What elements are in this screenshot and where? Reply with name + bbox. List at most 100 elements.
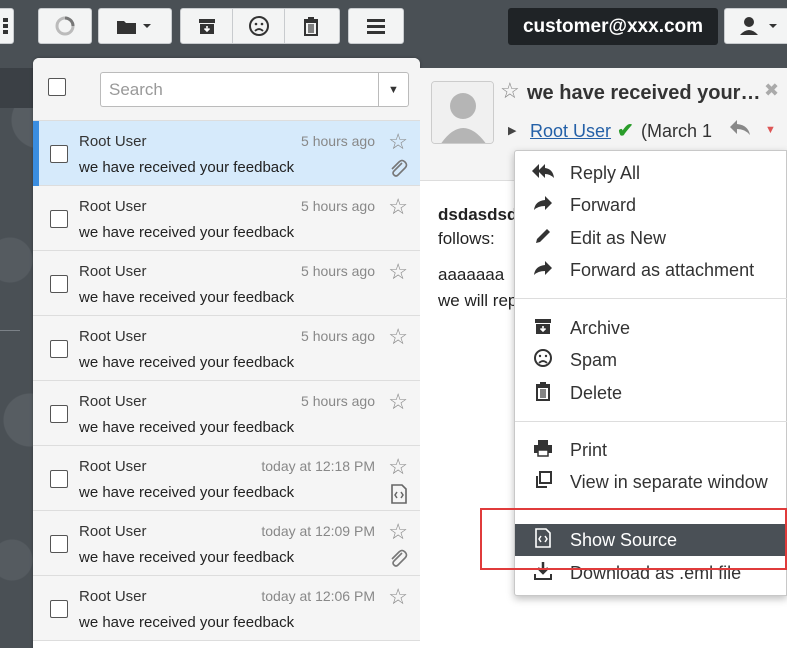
expand-triangle-icon[interactable]: ▶	[508, 124, 516, 137]
account-email[interactable]: customer@xxx.com	[508, 8, 718, 45]
menu-item-label: Archive	[570, 317, 631, 338]
sender: Root User	[79, 198, 147, 215]
search-input[interactable]: Search	[100, 72, 380, 107]
more-menu-button[interactable]	[348, 8, 404, 44]
menu-item-label: Delete	[570, 382, 623, 403]
star-icon[interactable]: ☆	[500, 78, 520, 104]
highlight-box	[480, 508, 787, 570]
list-item[interactable]: Root User 5 hours ago we have received you…	[33, 121, 420, 186]
menu-item-label: Print	[570, 439, 608, 460]
star-icon[interactable]: ☆	[388, 584, 408, 610]
reply-icon[interactable]	[728, 117, 752, 143]
body-text: aaaaaaa	[438, 265, 505, 284]
left-nav-strip	[0, 68, 34, 108]
message-date: (March 1	[641, 121, 713, 141]
list-item[interactable]: Root User 5 hours ago we have received you…	[33, 316, 420, 381]
menu-item-print[interactable]: Print	[515, 434, 787, 466]
loading-spinner-icon	[39, 9, 91, 43]
body-text: follows:	[438, 229, 495, 248]
list-item[interactable]: Root User 5 hours ago we have received you…	[33, 381, 420, 446]
star-icon[interactable]: ☆	[388, 389, 408, 415]
subject: we have received your feedback	[79, 159, 295, 176]
menu-divider	[515, 298, 787, 299]
search-options-button[interactable]: ▼	[378, 72, 409, 107]
grip-icon	[0, 9, 13, 43]
trash-icon	[515, 381, 570, 406]
user-menu-button[interactable]	[724, 8, 787, 44]
menu-divider	[515, 421, 787, 422]
menu-item-label: Forward	[570, 194, 637, 215]
row-checkbox[interactable]	[50, 340, 68, 358]
sender: Root User	[79, 263, 147, 280]
refresh-button[interactable]	[38, 8, 92, 44]
row-checkbox[interactable]	[50, 470, 68, 488]
list-item[interactable]: Root User 5 hours ago we have received you…	[33, 186, 420, 251]
body-text: we will rep	[438, 291, 518, 310]
paperclip-icon	[388, 159, 408, 184]
subject: we have received your feedback	[79, 289, 295, 306]
menu-item-label: Spam	[570, 349, 618, 370]
verified-check-icon: ✔	[617, 120, 634, 142]
star-icon[interactable]: ☆	[388, 259, 408, 285]
menu-item-label: Reply All	[570, 162, 641, 183]
left-divider	[0, 330, 20, 331]
timestamp: 5 hours ago	[301, 328, 375, 344]
list-item[interactable]: Root User today at 12:06 PM we have receiv…	[33, 576, 420, 641]
menu-item-view-separate-window[interactable]: View in separate window	[515, 466, 787, 498]
list-item[interactable]: Root User today at 12:18 PM we have receiv…	[33, 446, 420, 511]
timestamp: today at 12:06 PM	[261, 588, 375, 604]
row-checkbox[interactable]	[50, 210, 68, 228]
star-icon[interactable]: ☆	[388, 519, 408, 545]
row-checkbox[interactable]	[50, 600, 68, 618]
list-item[interactable]: Root User 5 hours ago we have received you…	[33, 251, 420, 316]
timestamp: 5 hours ago	[301, 133, 375, 149]
timestamp: today at 12:18 PM	[261, 458, 375, 474]
row-checkbox[interactable]	[50, 405, 68, 423]
list-item[interactable]: Root User today at 12:09 PM we have receiv…	[33, 511, 420, 576]
sender: Root User	[79, 588, 147, 605]
row-checkbox[interactable]	[50, 535, 68, 553]
close-icon[interactable]: ✖	[764, 80, 779, 101]
menu-item-delete[interactable]: Delete	[515, 377, 787, 409]
paperclip-icon	[388, 549, 408, 574]
move-to-folder-button[interactable]	[98, 8, 172, 44]
forward-icon	[515, 195, 570, 216]
menu-item-forward[interactable]: Forward	[515, 189, 787, 221]
menu-item-edit-as-new[interactable]: Edit as New	[515, 222, 787, 254]
sad-face-icon	[248, 16, 269, 36]
star-icon[interactable]: ☆	[388, 324, 408, 350]
archive-icon	[198, 19, 215, 34]
star-icon[interactable]: ☆	[388, 454, 408, 480]
menu-item-spam[interactable]: Spam	[515, 344, 787, 376]
pencil-icon	[515, 227, 570, 250]
menu-item-label: Edit as New	[570, 227, 667, 248]
external-window-icon	[515, 470, 570, 494]
sender: Root User	[79, 523, 147, 540]
code-file-icon	[390, 484, 408, 509]
subject: we have received your feedback	[79, 224, 295, 241]
row-checkbox[interactable]	[50, 275, 68, 293]
archive-button[interactable]	[181, 9, 233, 43]
reply-all-icon	[515, 163, 570, 184]
row-checkbox[interactable]	[50, 145, 68, 163]
menu-item-label: Forward as attachment	[570, 259, 755, 280]
subject: we have received your feedback	[79, 484, 295, 501]
menu-item-label: View in separate window	[570, 471, 768, 492]
menu-item-forward-attachment[interactable]: Forward as attachment	[515, 254, 787, 286]
message-actions-group	[180, 8, 340, 44]
select-all-checkbox[interactable]	[48, 78, 66, 96]
menu-item-archive[interactable]: Archive	[515, 312, 787, 344]
menu-item-reply-all[interactable]: Reply All	[515, 157, 787, 189]
timestamp: 5 hours ago	[301, 263, 375, 279]
sender-link[interactable]: Root User	[530, 121, 611, 142]
star-icon[interactable]: ☆	[388, 129, 408, 155]
star-icon[interactable]: ☆	[388, 194, 408, 220]
spam-button[interactable]	[233, 9, 285, 43]
subject: we have received your feedback	[79, 354, 295, 371]
timestamp: 5 hours ago	[301, 198, 375, 214]
hamburger-icon	[349, 9, 403, 43]
reply-dropdown-icon[interactable]: ▼	[765, 124, 776, 136]
menu-toggle-button[interactable]	[0, 8, 14, 44]
delete-button[interactable]	[285, 9, 337, 43]
folder-icon	[99, 9, 171, 43]
